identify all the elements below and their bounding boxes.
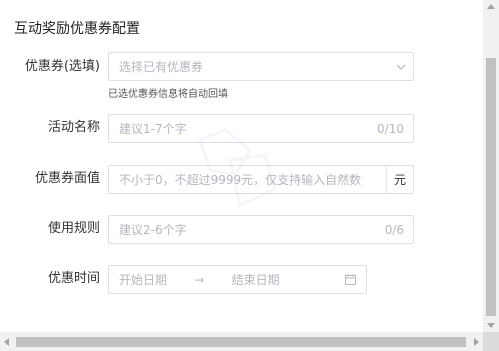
time-label: 优惠时间 — [47, 271, 100, 286]
scroll-right-icon[interactable] — [474, 338, 479, 346]
usage-rules-counter: 0/6 — [384, 222, 404, 237]
activity-name-label: 活动名称 — [47, 120, 100, 135]
activity-name-input[interactable]: 建议1-7个字 0/10 — [108, 114, 414, 143]
face-value-label: 优惠券面值 — [34, 171, 100, 186]
usage-rules-input[interactable]: 建议2-6个字 0/6 — [108, 215, 414, 244]
vertical-scroll-thumb[interactable] — [486, 58, 496, 316]
horizontal-scroll-thumb[interactable] — [16, 337, 466, 347]
scroll-up-icon[interactable] — [487, 4, 495, 9]
usage-rules-placeholder: 建议2-6个字 — [119, 223, 187, 237]
vertical-scrollbar[interactable] — [483, 0, 499, 332]
date-range-picker[interactable]: 开始日期 → 结束日期 — [108, 265, 367, 294]
scroll-down-icon[interactable] — [487, 323, 495, 328]
activity-name-counter: 0/10 — [377, 121, 404, 136]
start-date-input[interactable]: 开始日期 — [119, 271, 167, 288]
arrow-right-icon: → — [194, 272, 205, 287]
coupon-select[interactable]: 选择已有优惠券 — [108, 52, 414, 81]
coupon-select-placeholder: 选择已有优惠券 — [119, 60, 204, 74]
page-title: 互动奖励优惠券配置 — [14, 21, 140, 37]
scrollbar-corner — [483, 332, 499, 351]
face-value-placeholder: 不小于0，不超过9999元，仅支持输入自然数 — [119, 173, 362, 187]
face-value-unit: 元 — [386, 166, 413, 193]
calendar-icon[interactable] — [344, 274, 356, 285]
activity-name-placeholder: 建议1-7个字 — [119, 122, 187, 136]
end-date-input[interactable]: 结束日期 — [232, 271, 280, 288]
scroll-left-icon[interactable] — [4, 338, 9, 346]
coupon-hint: 已选优惠券信息将自动回填 — [108, 89, 228, 100]
chevron-down-icon[interactable] — [389, 64, 413, 70]
horizontal-scrollbar[interactable] — [0, 332, 483, 351]
face-value-input[interactable]: 不小于0，不超过9999元，仅支持输入自然数 元 — [108, 165, 414, 194]
coupon-label: 优惠券(选填) — [24, 59, 100, 74]
usage-rules-label: 使用规则 — [47, 221, 100, 236]
